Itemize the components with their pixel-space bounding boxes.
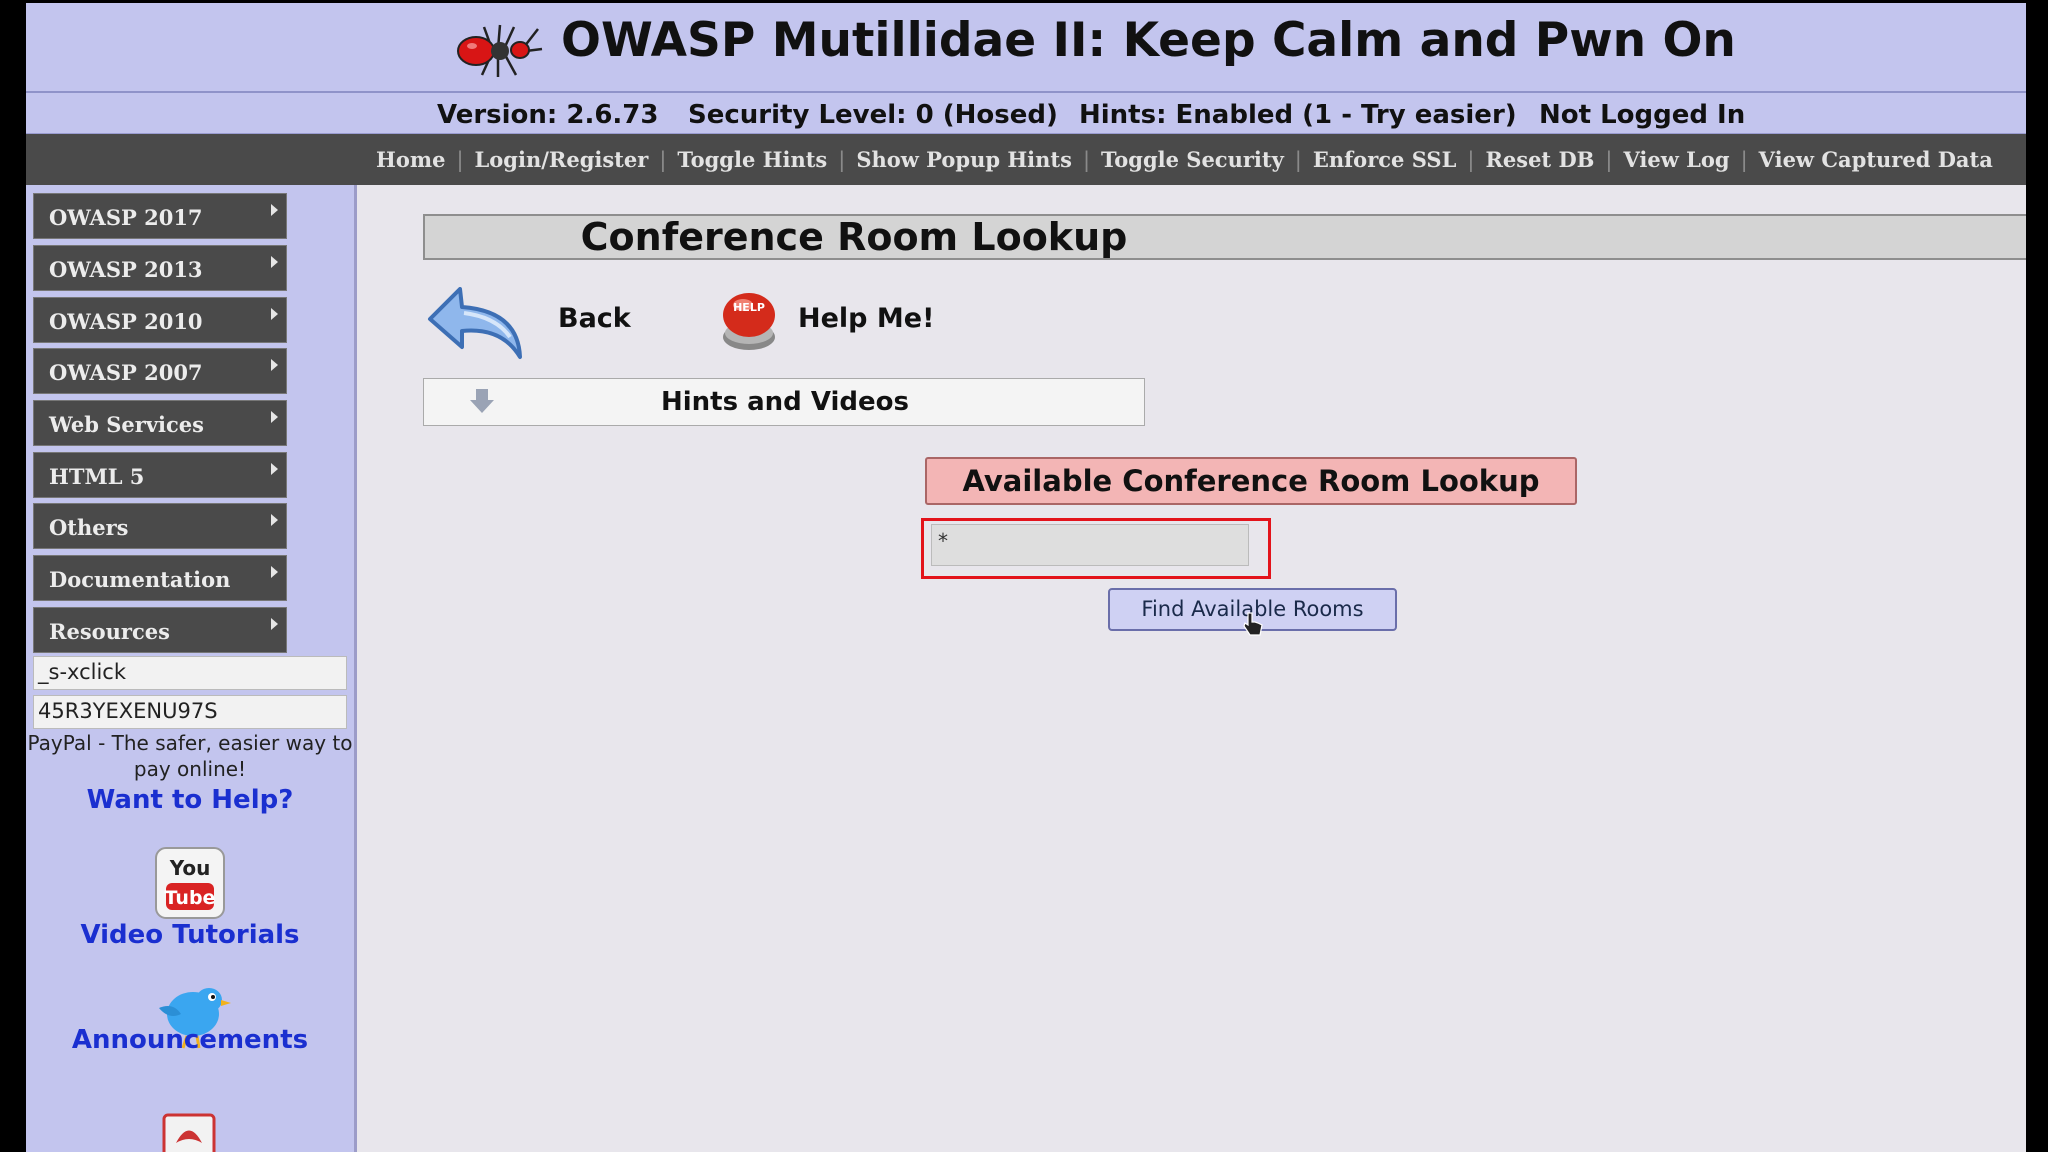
nav-separator: | <box>1740 147 1748 172</box>
paypal-button-id-field[interactable]: 45R3YEXENU97S <box>33 695 347 729</box>
app-frame: OWASP Mutillidae II: Keep Calm and Pwn O… <box>26 3 2026 1152</box>
sidebar-item-owasp-2010[interactable]: OWASP 2010 <box>33 297 287 343</box>
want-to-help-link[interactable]: Want to Help? <box>26 785 354 815</box>
sidebar-item-label: HTML 5 <box>49 464 145 489</box>
security-level-text: Security Level: 0 (Hosed) <box>688 100 1058 130</box>
help-button-icon[interactable]: HELP <box>715 287 783 353</box>
triangle-right-icon <box>271 411 278 423</box>
sidebar-item-label: OWASP 2007 <box>49 360 203 385</box>
triangle-right-icon <box>271 566 278 578</box>
nav-separator: | <box>659 147 667 172</box>
youtube-tube-text: Tube <box>165 887 216 909</box>
top-nav-bar: Home | Login/Register | Toggle Hints | Show… <box>26 134 2026 185</box>
ant-logo-icon <box>457 24 543 77</box>
nav-links: Home | Login/Register | Toggle Hints | Show… <box>376 134 1993 185</box>
nav-separator: | <box>838 147 846 172</box>
nav-show-popup-hints-link[interactable]: Show Popup Hints <box>856 147 1072 172</box>
sidebar-item-label: OWASP 2010 <box>49 309 203 334</box>
help-badge-text: HELP <box>733 301 765 314</box>
triangle-right-icon <box>271 308 278 320</box>
sidebar-item-owasp-2007[interactable]: OWASP 2007 <box>33 348 287 394</box>
back-link-label[interactable]: Back <box>558 303 631 334</box>
hints-status-text: Hints: Enabled (1 - Try easier) <box>1079 100 1517 130</box>
sidebar-item-web-services[interactable]: Web Services <box>33 400 287 446</box>
triangle-right-icon <box>271 359 278 371</box>
sidebar-item-label: Others <box>49 515 129 540</box>
hints-and-videos-label: Hints and Videos <box>660 387 909 417</box>
page-title: Conference Room Lookup <box>580 215 1128 259</box>
version-text: Version: 2.6.73 <box>437 100 659 130</box>
sidebar-item-others[interactable]: Others <box>33 503 287 549</box>
paypal-cmd-field[interactable]: _s-xclick <box>33 656 347 690</box>
paypal-tagline: PayPal - The safer, easier way to pay on… <box>27 731 353 781</box>
lookup-form-header: Available Conference Room Lookup <box>925 457 1577 505</box>
nav-separator: | <box>1605 147 1613 172</box>
sidebar-item-label: Documentation <box>49 567 231 592</box>
nav-separator: | <box>1294 147 1302 172</box>
sidebar-item-label: Resources <box>49 619 170 644</box>
sidebar-item-label: Web Services <box>49 412 204 437</box>
hints-and-videos-toggle[interactable]: Hints and Videos <box>423 378 1145 426</box>
nav-login-register-link[interactable]: Login/Register <box>475 147 649 172</box>
sidebar-item-html5[interactable]: HTML 5 <box>33 452 287 498</box>
triangle-right-icon <box>271 463 278 475</box>
nav-reset-db-link[interactable]: Reset DB <box>1485 147 1594 172</box>
nav-home-link[interactable]: Home <box>376 147 445 172</box>
room-search-input[interactable]: * <box>931 524 1249 566</box>
nav-separator: | <box>1467 147 1475 172</box>
nav-view-log-link[interactable]: View Log <box>1623 147 1729 172</box>
nav-toggle-hints-link[interactable]: Toggle Hints <box>677 147 827 172</box>
pdf-document-icon[interactable] <box>156 1113 222 1152</box>
sidebar-item-resources[interactable]: Resources <box>33 607 287 653</box>
nav-separator: | <box>456 147 464 172</box>
nav-view-captured-data-link[interactable]: View Captured Data <box>1759 147 1993 172</box>
triangle-right-icon <box>271 514 278 526</box>
header-title-bar: OWASP Mutillidae II: Keep Calm and Pwn O… <box>26 3 2026 93</box>
site-title: OWASP Mutillidae II: Keep Calm and Pwn O… <box>561 13 1736 68</box>
nav-enforce-ssl-link[interactable]: Enforce SSL <box>1313 147 1456 172</box>
login-status-text: Not Logged In <box>1539 100 1746 130</box>
nav-separator: | <box>1082 147 1091 172</box>
announcements-link[interactable]: Announcements <box>26 1025 354 1055</box>
nav-toggle-security-link[interactable]: Toggle Security <box>1101 147 1284 172</box>
triangle-right-icon <box>271 618 278 630</box>
youtube-icon[interactable]: You Tube <box>154 846 226 920</box>
youtube-you-text: You <box>169 856 211 880</box>
status-bar: Version: 2.6.73 Security Level: 0 (Hosed… <box>26 93 2026 134</box>
sidebar: OWASP 2017 OWASP 2013 OWASP 2010 OWASP 2… <box>26 185 357 1152</box>
sidebar-item-documentation[interactable]: Documentation <box>33 555 287 601</box>
back-arrow-icon[interactable] <box>426 271 530 367</box>
sidebar-item-label: OWASP 2013 <box>49 257 203 282</box>
hand-cursor-icon <box>1243 612 1263 636</box>
help-me-link-label[interactable]: Help Me! <box>798 303 934 334</box>
video-tutorials-link[interactable]: Video Tutorials <box>26 920 354 950</box>
